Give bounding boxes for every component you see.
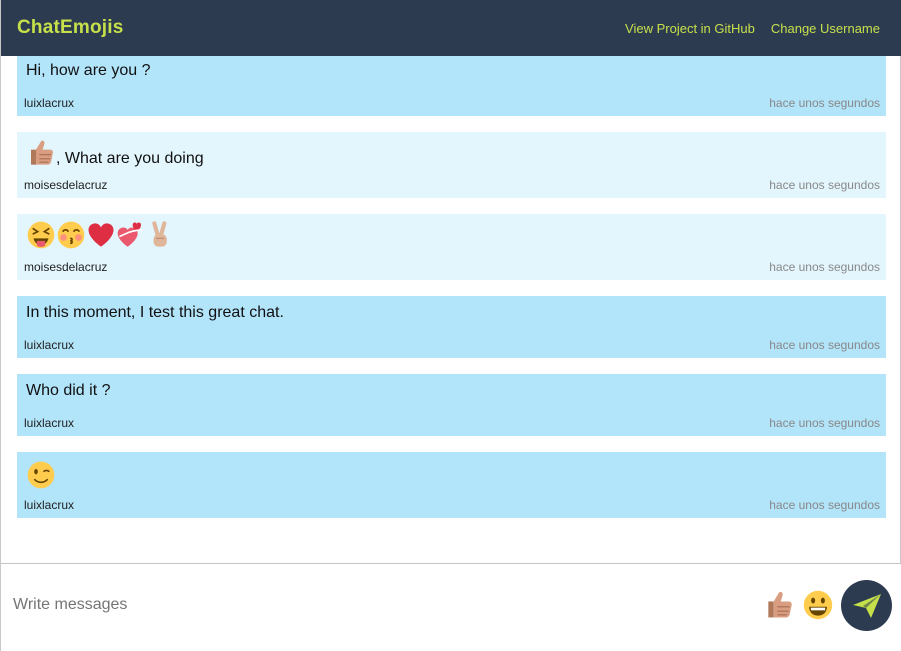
- message-text-content: Who did it ?: [26, 382, 111, 399]
- message-timestamp: hace unos segundos: [769, 416, 880, 430]
- message-text-content: In this moment, I test this great chat.: [26, 304, 284, 321]
- message-username: luixlacrux: [24, 416, 75, 430]
- message-text-content: , What are you doing: [56, 150, 204, 167]
- send-plane-icon: [852, 593, 881, 618]
- message-username: moisesdelacruz: [24, 260, 108, 274]
- nav-links: View Project in GitHub Change Username: [625, 21, 880, 36]
- message-username: moisesdelacruz: [24, 178, 108, 192]
- message-timestamp: hace unos segundos: [769, 96, 880, 110]
- victory-hand-icon: [146, 220, 176, 250]
- thumbs-up-icon[interactable]: [763, 589, 795, 621]
- message-text: Hi, how are you ?: [26, 62, 151, 80]
- message-item: luixlacrux hace unos segundos: [17, 452, 886, 518]
- navbar: ChatEmojis View Project in GitHub Change…: [1, 0, 901, 56]
- message-item: moisesdelacruz hace unos segundos: [17, 214, 886, 280]
- message-text: In this moment, I test this great chat.: [26, 304, 284, 322]
- send-button[interactable]: [841, 580, 892, 631]
- chat-app: ChatEmojis View Project in GitHub Change…: [0, 0, 901, 651]
- message-username: luixlacrux: [24, 338, 75, 352]
- message-timestamp: hace unos segundos: [769, 178, 880, 192]
- message-text: , What are you doing: [26, 138, 204, 168]
- heart-with-ribbon-icon: [116, 220, 146, 250]
- message-timestamp: hace unos segundos: [769, 338, 880, 352]
- message-username: luixlacrux: [24, 96, 75, 110]
- message-text: Who did it ?: [26, 382, 110, 400]
- squinting-tongue-face-icon: [26, 220, 56, 250]
- message-timestamp: hace unos segundos: [769, 498, 880, 512]
- winking-face-icon: [26, 460, 56, 490]
- kissing-blushing-face-icon: [56, 220, 86, 250]
- message-item: Hi, how are you ? luixlacrux hace unos s…: [17, 56, 886, 116]
- message-username: luixlacrux: [24, 498, 75, 512]
- brand-logo[interactable]: ChatEmojis: [17, 17, 124, 39]
- message-text: [26, 220, 176, 250]
- grinning-face-icon[interactable]: [802, 589, 834, 621]
- message-text: [26, 460, 56, 490]
- message-item: Who did it ? luixlacrux hace unos segund…: [17, 374, 886, 436]
- thumbs-up-icon: [26, 138, 56, 168]
- message-text-content: Hi, how are you ?: [26, 62, 151, 79]
- red-heart-icon: [86, 220, 116, 250]
- message-composer: [1, 563, 901, 651]
- message-item: , What are you doing moisesdelacruz hace…: [17, 132, 886, 198]
- message-timestamp: hace unos segundos: [769, 260, 880, 274]
- change-username-link[interactable]: Change Username: [771, 21, 880, 36]
- message-item: In this moment, I test this great chat. …: [17, 296, 886, 358]
- github-link[interactable]: View Project in GitHub: [625, 21, 755, 36]
- message-list: Hi, how are you ? luixlacrux hace unos s…: [17, 56, 886, 534]
- message-input[interactable]: [13, 590, 713, 620]
